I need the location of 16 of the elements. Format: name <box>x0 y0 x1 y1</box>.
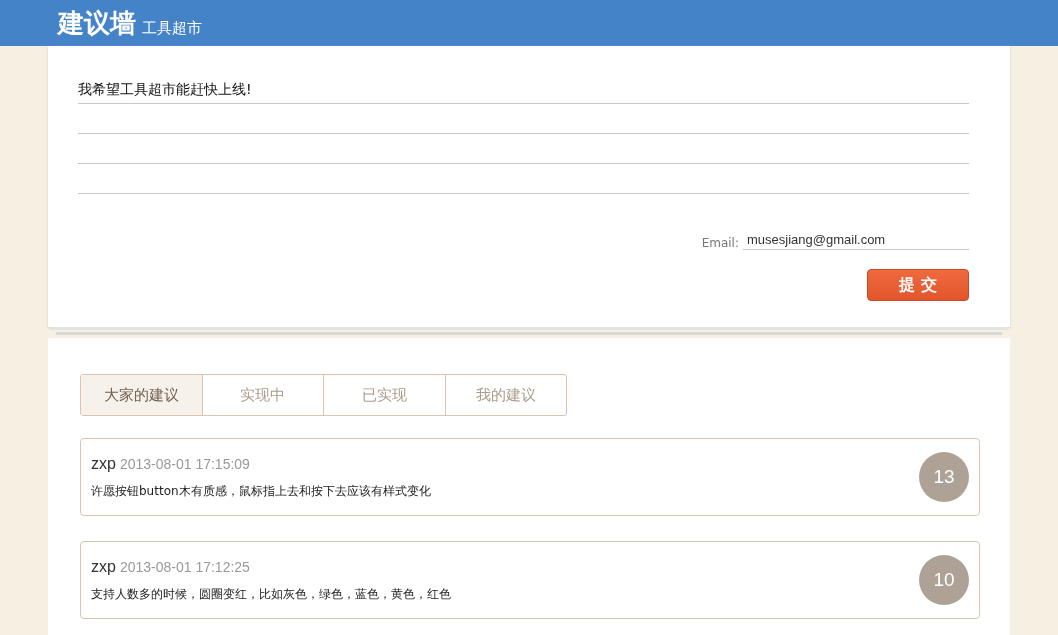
email-label: Email: <box>701 236 739 250</box>
vote-count[interactable]: 10 <box>919 555 969 605</box>
filter-tab[interactable]: 实现中 <box>201 375 323 415</box>
user-name: zxp <box>91 558 116 575</box>
filter-tab[interactable]: 大家的建议 <box>81 375 202 415</box>
suggestion-text: 支持人数多的时候，圆圈变红，比如灰色，绿色，蓝色，黄色，红色 <box>91 586 451 603</box>
vote-count[interactable]: 13 <box>919 452 969 502</box>
filter-tab[interactable]: 我的建议 <box>444 375 566 415</box>
post-time: 2013-08-01 17:12:25 <box>119 559 250 575</box>
filter-tab[interactable]: 已实现 <box>323 375 445 415</box>
logo-text[interactable]: 建议墙 <box>58 8 136 38</box>
suggestion-text: 许愿按钮button木有质感，鼠标指上去和按下去应该有样式变化 <box>91 483 431 500</box>
user-name: zxp <box>91 455 116 472</box>
post-time: 2013-08-01 17:15:09 <box>119 456 250 472</box>
site-subtitle: 工具超市 <box>142 18 202 38</box>
submit-button[interactable]: 提 交 <box>867 269 969 301</box>
